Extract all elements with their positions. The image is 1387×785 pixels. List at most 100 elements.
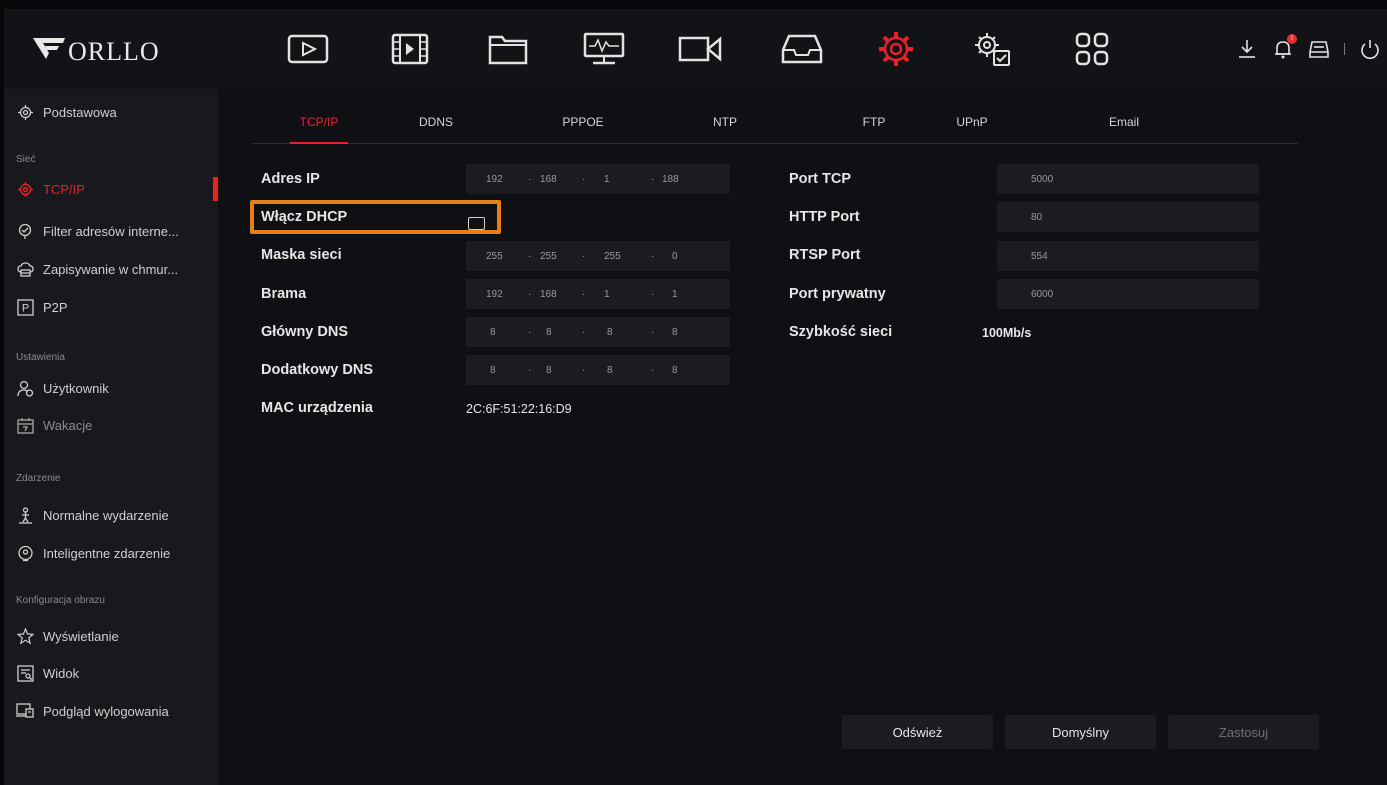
private-port-input[interactable]: 6000: [997, 279, 1259, 309]
sidebar-item-label: Podstawowa: [43, 104, 117, 120]
p2p-icon: P: [16, 298, 34, 316]
cloud-storage-icon: [16, 260, 34, 278]
top-toolbar: ORLLO !: [4, 9, 1387, 89]
default-button[interactable]: Domyślny: [1005, 715, 1156, 749]
sidebar-item-user[interactable]: Użytkownik: [4, 370, 218, 406]
sidebar-item-label: Inteligentne zdarzenie: [43, 545, 171, 561]
sidebar-item-cloud[interactable]: Zapisywanie w chmur...: [4, 251, 218, 287]
person-alert-icon: [16, 506, 34, 524]
alarm-badge: !: [1287, 34, 1297, 44]
network-tabs: TCP/IP DDNS PPPOE NTP FTP UPnP Email: [252, 115, 1298, 144]
primary-dns-input[interactable]: 8 · 8 · 8 · 8: [466, 317, 730, 347]
alarm-bell-icon[interactable]: !: [1272, 34, 1297, 60]
view-icon: [16, 664, 34, 682]
sidebar-item-label: Użytkownik: [43, 380, 109, 396]
apply-button[interactable]: Zastosuj: [1168, 715, 1319, 749]
http-port-label: HTTP Port: [789, 209, 860, 225]
mac-value: 2C:6F:51:22:16:D9: [466, 402, 572, 416]
calendar-icon: [16, 416, 34, 434]
ip-address-input[interactable]: 192 · 168 · 1 · 188: [466, 164, 730, 194]
rtsp-port-label: RTSP Port: [789, 247, 861, 263]
screen: ORLLO ! Podstawowa Sieć TCP/IP Filter ad…: [0, 0, 1387, 785]
sidebar-item-holiday[interactable]: Wakacje: [4, 407, 218, 443]
download-icon[interactable]: [1236, 38, 1258, 60]
mac-label: MAC urządzenia: [261, 400, 373, 416]
disk-icon[interactable]: [1308, 38, 1330, 60]
sidebar-item-label: Zapisywanie w chmur...: [43, 261, 179, 277]
section-settings: Ustawienia: [16, 352, 65, 363]
camera-icon[interactable]: [676, 29, 724, 69]
gear-icon: [16, 103, 34, 121]
filter-icon: [16, 222, 34, 240]
dns2-label: Dodatkowy DNS: [261, 362, 373, 378]
p2p-icon-letter: P: [21, 302, 28, 314]
logo-text: ORLLO: [68, 37, 160, 66]
sidebar-item-logout-preview[interactable]: Podgląd wylogowania: [4, 693, 218, 729]
sidebar: Podstawowa Sieć TCP/IP Filter adresów in…: [4, 89, 218, 785]
star-icon: [16, 627, 34, 645]
tab-pppoe[interactable]: PPPOE: [555, 115, 611, 143]
tcp-port-label: Port TCP: [789, 171, 852, 187]
http-port-input[interactable]: 80: [997, 202, 1259, 232]
folder-icon[interactable]: [484, 29, 532, 69]
section-image: Konfiguracja obrazu: [16, 595, 105, 606]
mask-label: Maska sieci: [261, 247, 342, 263]
orllo-wing-icon: [33, 38, 65, 59]
grid-menu-icon[interactable]: [1068, 29, 1116, 69]
section-network: Sieć: [16, 154, 36, 165]
sidebar-item-tcpip[interactable]: TCP/IP: [4, 171, 218, 207]
sidebar-item-display[interactable]: Wyświetlanie: [4, 618, 218, 654]
sidebar-item-p2p[interactable]: P P2P: [4, 289, 218, 325]
secondary-dns-input[interactable]: 8 · 8 · 8 · 8: [466, 355, 730, 385]
power-icon[interactable]: [1359, 38, 1381, 60]
dhcp-label: Włącz DHCP: [261, 209, 348, 225]
network-speed-value: 100Mb/s: [982, 326, 1032, 340]
tab-email[interactable]: Email: [1104, 115, 1144, 143]
gateway-label: Brama: [261, 286, 307, 302]
sidebar-item-smart-event[interactable]: Inteligentne zdarzenie: [4, 535, 218, 571]
dns1-label: Główny DNS: [261, 324, 349, 340]
sidebar-item-filter[interactable]: Filter adresów interne...: [4, 213, 218, 249]
sidebar-item-view[interactable]: Widok: [4, 655, 218, 691]
subnet-mask-input[interactable]: 255 · 255 · 255 · 0: [466, 241, 730, 271]
tab-tcpip[interactable]: TCP/IP: [290, 115, 348, 144]
tab-ftp[interactable]: FTP: [857, 115, 891, 143]
sidebar-item-label: TCP/IP: [43, 181, 85, 197]
section-event: Zdarzenie: [16, 473, 61, 484]
sidebar-item-label: P2P: [43, 299, 68, 315]
sidebar-item-label: Normalne wydarzenie: [43, 507, 169, 523]
settings-gear-icon[interactable]: [872, 29, 920, 69]
main-panel: TCP/IP DDNS PPPOE NTP FTP UPnP Email Adr…: [218, 89, 1387, 785]
refresh-button[interactable]: Odśwież: [842, 715, 993, 749]
sidebar-item-label: Wakacje: [43, 417, 93, 433]
sidebar-item-label: Filter adresów interne...: [43, 223, 179, 239]
dhcp-checkbox[interactable]: [468, 217, 485, 230]
sidebar-item-label: Wyświetlanie: [43, 628, 119, 644]
ip-label: Adres IP: [261, 171, 320, 187]
top-right-tools: !: [1236, 34, 1381, 61]
tab-ddns[interactable]: DDNS: [414, 115, 458, 143]
smart-event-icon: [16, 544, 34, 562]
playback-icon[interactable]: [284, 29, 332, 69]
network-speed-label: Szybkość sieci: [789, 324, 893, 340]
tab-ntp[interactable]: NTP: [707, 115, 743, 143]
tab-upnp[interactable]: UPnP: [952, 115, 992, 143]
monitor-icon[interactable]: [580, 29, 628, 69]
network-gear-icon: [16, 180, 34, 198]
rtsp-port-input[interactable]: 554: [997, 241, 1259, 271]
tcp-port-input[interactable]: 5000: [997, 164, 1259, 194]
sidebar-item-label: Podgląd wylogowania: [43, 703, 169, 719]
nvr-settings-window: ORLLO ! Podstawowa Sieć TCP/IP Filter ad…: [4, 9, 1387, 785]
sidebar-item-normal-event[interactable]: Normalne wydarzenie: [4, 497, 218, 533]
video-clip-icon[interactable]: [386, 29, 434, 69]
sidebar-item-basic[interactable]: Podstawowa: [4, 94, 218, 130]
system-gears-icon[interactable]: [968, 29, 1016, 69]
separator: [1344, 43, 1345, 55]
storage-icon[interactable]: [778, 29, 826, 69]
sidebar-item-label: Widok: [43, 665, 80, 681]
orllo-logo: ORLLO: [32, 31, 202, 67]
private-port-label: Port prywatny: [789, 286, 886, 302]
screen-preview-icon: [16, 702, 34, 720]
user-icon: [16, 379, 34, 397]
gateway-input[interactable]: 192 · 168 · 1 · 1: [466, 279, 730, 309]
